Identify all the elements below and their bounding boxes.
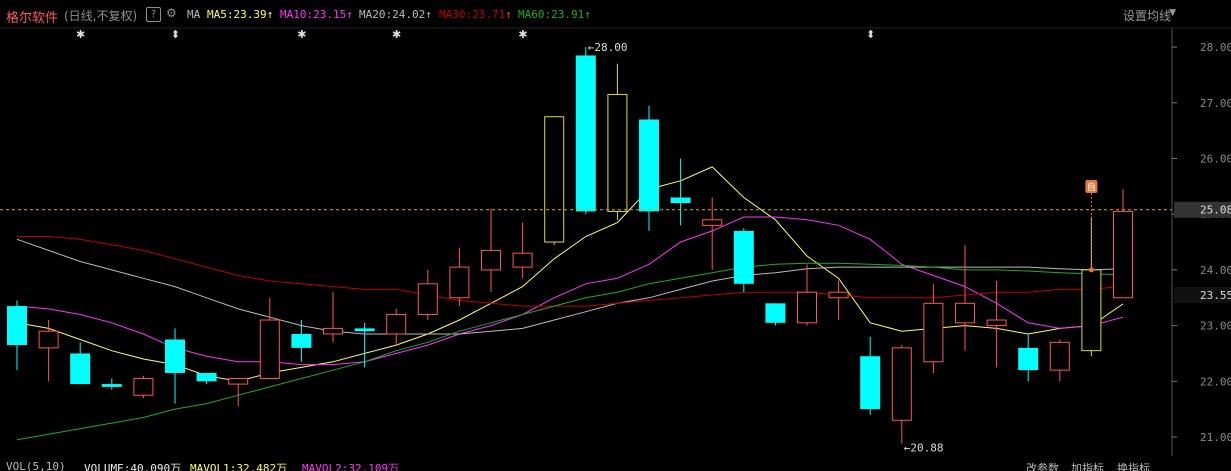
ma-price-label: 23.55 [1200,289,1231,302]
candle [417,269,438,321]
candle-body [607,93,628,212]
candle-body [512,252,533,268]
candle-body [923,302,944,363]
candle-body [1049,341,1070,371]
candle [70,342,91,385]
candle-body [291,333,312,348]
candle [797,264,817,326]
axis-tick-label: 22.00 [1200,375,1231,388]
candle [449,247,470,307]
low-price-annotation: ←20.88 [904,442,944,455]
candle [228,378,249,407]
candle [165,328,185,404]
candle [354,322,375,368]
candle [1113,189,1133,299]
candle [670,158,691,226]
candle-body [639,119,659,212]
candle-body [1018,347,1039,371]
candle [7,300,27,371]
candlesticks [7,47,1133,444]
candle-body [860,356,881,410]
candle-body [133,378,154,396]
candle [607,63,628,220]
event-star-icon: ✱ [518,28,527,41]
candle-body [354,328,375,332]
candle-body [323,327,343,335]
candle-body [955,302,975,324]
candle [891,345,912,444]
volume-indicator-bar: VOL(5,10) VOLUME:40.090万 MAVOL1:32.482万 … [0,458,1231,471]
candle-body [986,319,1007,327]
candle-body [891,347,912,421]
event-star-icon: ✱ [392,28,401,41]
candle [1049,339,1070,382]
candle-body [575,55,596,212]
candle [323,292,343,343]
candle-body [828,291,849,299]
chart-grid [0,27,1231,456]
self-badge-dot [1088,267,1094,273]
ma-line-ma30 [17,236,1124,307]
event-updown-icon: ⬍ [866,28,875,41]
volume-value: VOLUME:40.090万 [84,462,182,471]
candle [639,105,659,231]
candle-body [259,319,280,380]
candle [133,375,154,399]
candle-body [165,339,185,373]
candle-body [544,116,565,243]
candle [575,47,596,215]
candle [544,116,565,245]
event-updown-icon: ⬍ [171,28,180,41]
axis-tick-label: 21.00 [1200,431,1231,444]
high-price-annotation: ←28.00 [588,41,628,54]
candle-body [38,330,59,349]
candle-body [7,306,27,346]
candle [481,208,501,293]
switch-indicator-button[interactable]: 换指标 [1117,460,1150,471]
candle-body [733,230,754,284]
vol-label: VOL(5,10) [6,460,66,471]
candle [1018,333,1039,382]
candle [38,320,59,382]
candle-body [70,353,91,385]
candle-body [228,378,249,385]
candle [986,281,1007,368]
candle [955,244,975,351]
candle [733,228,754,293]
candle-body [449,266,470,299]
candle-body [196,372,217,382]
axis-tick-label: 27.00 [1200,97,1231,110]
candle [765,303,786,326]
candle [860,336,881,415]
candle [386,308,407,346]
candle [291,320,312,362]
self-badge-label: 自 [1087,181,1096,193]
candle-body [481,249,501,271]
axis-tick-label: 26.00 [1200,153,1231,166]
candlestick-chart[interactable]: 28.0027.0026.0025.0024.0023.0022.0021.00… [0,0,1231,471]
add-indicator-button[interactable]: 加指标 [1071,460,1104,471]
axis-tick-label: 28.00 [1200,41,1231,54]
candle [101,378,122,390]
mavol1-value: MAVOL1:32.482万 [190,462,288,471]
candle-body [702,219,723,226]
axis-tick-label: 23.00 [1200,320,1231,333]
event-star-icon: ✱ [76,28,85,41]
candle-body [386,313,407,335]
candle-body [670,197,691,204]
mavol2-value: MAVOL2:32.109万 [302,462,400,471]
axis-tick-label: 24.00 [1200,264,1231,277]
current-price-label: 25.08 [1200,204,1231,217]
candle-body [765,303,786,323]
candle-body [101,384,122,387]
candle [196,372,217,385]
edit-params-button[interactable]: 改参数 [1026,460,1059,471]
candle [512,222,533,279]
candle-body [417,283,438,315]
event-star-icon: ✱ [297,28,306,41]
candle [259,297,280,380]
candle-body [797,291,817,324]
candle-body [1081,269,1102,352]
candle-body [1113,210,1133,299]
